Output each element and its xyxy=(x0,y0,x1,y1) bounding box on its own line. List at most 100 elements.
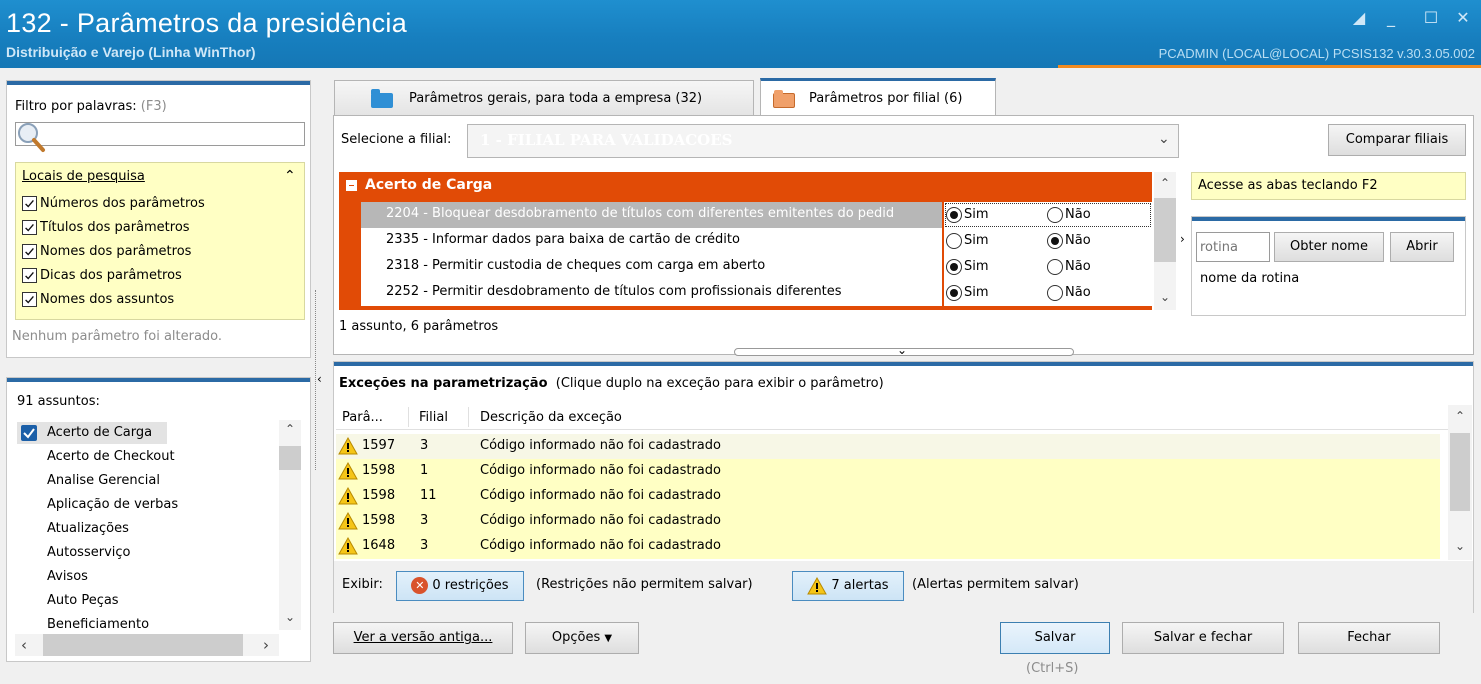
yes-label[interactable]: Sim xyxy=(964,207,989,222)
expand-right-icon[interactable]: › xyxy=(1180,232,1185,246)
param-title: 2318 - Permitir custodia de cheques com … xyxy=(386,258,766,273)
subjects-scrollbar[interactable]: ⌃ ⌄ xyxy=(279,420,301,630)
no-label[interactable]: Não xyxy=(1065,233,1091,248)
yes-label[interactable]: Sim xyxy=(964,285,989,300)
tab-branch-params[interactable]: Parâmetros por filial (6) xyxy=(760,78,996,116)
no-radio[interactable] xyxy=(1047,259,1063,275)
subject-item[interactable]: Atualizações xyxy=(17,518,167,540)
exception-description: Código informado não foi cadastrado xyxy=(480,488,721,503)
alerts-button[interactable]: 7 alertas xyxy=(792,571,904,601)
filter-option-label[interactable]: Títulos dos parâmetros xyxy=(40,220,190,235)
no-radio[interactable] xyxy=(1047,285,1063,301)
save-button[interactable]: Salvar xyxy=(1000,622,1110,654)
column-param[interactable]: Parâ... xyxy=(342,410,383,425)
scroll-right-icon[interactable]: › xyxy=(263,636,269,654)
filter-option-label[interactable]: Dicas dos parâmetros xyxy=(40,268,182,283)
scroll-thumb[interactable] xyxy=(1154,198,1176,262)
subject-item[interactable]: Beneficiamento xyxy=(17,614,167,636)
get-name-button[interactable]: Obter nome xyxy=(1274,232,1384,262)
params-scrollbar[interactable]: ⌃ ⌄ xyxy=(1154,172,1176,310)
exception-param: 1648 xyxy=(362,538,396,553)
column-branch[interactable]: Filial xyxy=(419,410,448,425)
chevron-down-icon[interactable]: ⌄ xyxy=(897,343,907,357)
subject-item[interactable]: Acerto de Carga xyxy=(17,422,167,444)
exception-row[interactable]: 1598 3 Código informado não foi cadastrado xyxy=(336,509,1440,534)
exception-row[interactable]: 1648 3 Código informado não foi cadastrado xyxy=(336,534,1440,559)
subject-item[interactable]: Autosserviço xyxy=(17,542,167,564)
filter-option-checkbox[interactable] xyxy=(22,244,37,259)
param-row[interactable]: 2204 - Bloquear desdobramento de títulos… xyxy=(339,202,1152,228)
horizontal-splitter[interactable]: ⌄ xyxy=(734,343,1074,357)
warning-icon xyxy=(338,536,358,555)
collapse-left-icon[interactable]: ‹ xyxy=(317,372,322,386)
yes-label[interactable]: Sim xyxy=(964,259,989,274)
no-label[interactable]: Não xyxy=(1065,207,1091,222)
subject-checkbox[interactable] xyxy=(21,425,37,441)
scroll-down-icon[interactable]: ⌄ xyxy=(285,610,295,624)
exception-branch: 3 xyxy=(420,438,429,453)
filter-option-checkbox[interactable] xyxy=(22,292,37,307)
scroll-down-icon[interactable]: ⌄ xyxy=(1160,290,1170,304)
close-button[interactable]: Fechar xyxy=(1298,622,1440,654)
compare-branches-button[interactable]: Comparar filiais xyxy=(1328,124,1466,156)
scroll-thumb[interactable] xyxy=(1450,433,1470,511)
restrictions-button[interactable]: ✕ 0 restrições xyxy=(396,571,524,601)
group-collapse-icon[interactable] xyxy=(346,180,357,191)
restore-icon[interactable]: ◢ xyxy=(1348,8,1370,28)
scroll-up-icon[interactable]: ⌃ xyxy=(285,422,295,436)
scroll-up-icon[interactable]: ⌃ xyxy=(1455,409,1465,423)
no-radio[interactable] xyxy=(1047,233,1063,249)
yes-radio[interactable] xyxy=(946,233,962,249)
filter-option-label[interactable]: Nomes dos parâmetros xyxy=(40,244,191,259)
options-label: Opções xyxy=(551,630,601,645)
hscroll-thumb[interactable] xyxy=(43,634,243,656)
yes-radio[interactable] xyxy=(946,285,962,301)
options-button[interactable]: Opções ▼ xyxy=(525,622,639,654)
exception-branch: 3 xyxy=(420,538,429,553)
subject-label: Auto Peças xyxy=(47,593,119,608)
maximize-button[interactable]: ☐ xyxy=(1420,8,1442,28)
param-row[interactable]: 2252 - Permitir desdobramento de títulos… xyxy=(339,280,1152,306)
no-radio[interactable] xyxy=(1047,207,1063,223)
exception-row[interactable]: 1597 3 Código informado não foi cadastrado xyxy=(336,434,1440,459)
search-input[interactable] xyxy=(15,122,305,146)
filter-option-checkbox[interactable] xyxy=(22,268,37,283)
filter-option-label[interactable]: Números dos parâmetros xyxy=(40,196,205,211)
no-label[interactable]: Não xyxy=(1065,285,1091,300)
exception-row[interactable]: 1598 11 Código informado não foi cadastrad… xyxy=(336,484,1440,509)
exception-row[interactable]: 1598 1 Código informado não foi cadastrado xyxy=(336,459,1440,484)
yes-radio[interactable] xyxy=(946,207,962,223)
no-label[interactable]: Não xyxy=(1065,259,1091,274)
save-close-button[interactable]: Salvar e fechar xyxy=(1122,622,1284,654)
scroll-up-icon[interactable]: ⌃ xyxy=(1160,176,1170,190)
filter-shortcut: (F3) xyxy=(140,99,167,114)
subject-item[interactable]: Analise Gerencial xyxy=(17,470,167,492)
filter-option-label[interactable]: Nomes dos assuntos xyxy=(40,292,174,307)
param-row[interactable]: 2335 - Informar dados para baixa de cart… xyxy=(339,228,1152,254)
collapse-icon[interactable]: ⌃ xyxy=(284,168,296,184)
branch-select[interactable]: 1 - FILIAL PARA VALIDACOES ⌄ xyxy=(467,124,1179,158)
scroll-left-icon[interactable]: ‹ xyxy=(21,636,27,654)
yes-radio[interactable] xyxy=(946,259,962,275)
filter-panel: Filtro por palavras: (F3) Locais de pesq… xyxy=(6,80,311,358)
param-row[interactable]: 2318 - Permitir custodia de cheques com … xyxy=(339,254,1152,280)
minimize-button[interactable]: _ xyxy=(1380,8,1402,28)
exceptions-scrollbar[interactable]: ⌃ ⌄ xyxy=(1448,405,1472,560)
column-description[interactable]: Descrição da exceção xyxy=(480,410,622,425)
scroll-down-icon[interactable]: ⌄ xyxy=(1455,539,1465,553)
tab-general-params[interactable]: Parâmetros gerais, para toda a empresa (… xyxy=(334,80,754,116)
routine-input[interactable] xyxy=(1196,232,1270,262)
yes-label[interactable]: Sim xyxy=(964,233,989,248)
old-version-button[interactable]: Ver a versão antiga... xyxy=(333,622,513,654)
open-button[interactable]: Abrir xyxy=(1390,232,1454,262)
filter-option-checkbox[interactable] xyxy=(22,220,37,235)
subjects-hscrollbar[interactable]: ‹ › xyxy=(15,634,279,656)
filter-option-checkbox[interactable] xyxy=(22,196,37,211)
subject-item[interactable]: Avisos xyxy=(17,566,167,588)
subject-item[interactable]: Auto Peças xyxy=(17,590,167,612)
close-window-button[interactable]: ✕ xyxy=(1452,8,1474,28)
old-version-label: Ver a versão antiga... xyxy=(353,630,493,645)
scroll-thumb[interactable] xyxy=(279,446,301,470)
subject-item[interactable]: Aplicação de verbas xyxy=(17,494,178,516)
subject-item[interactable]: Acerto de Checkout xyxy=(17,446,175,468)
